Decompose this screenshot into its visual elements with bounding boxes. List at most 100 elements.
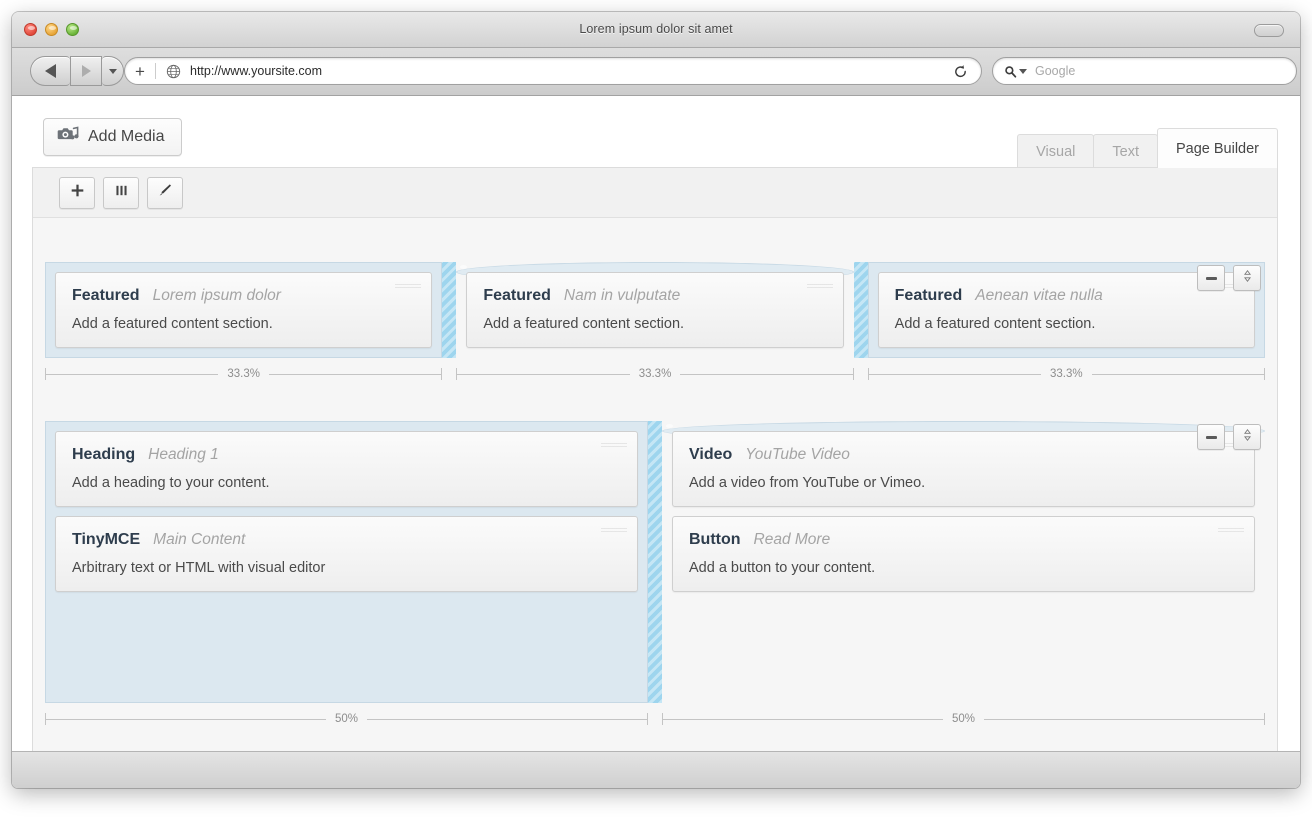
search-icon[interactable] <box>1004 65 1027 78</box>
widget-type: Featured <box>895 287 963 305</box>
builder-column[interactable]: Featured Lorem ipsum dolor Add a feature… <box>45 262 442 358</box>
widget-card[interactable]: TinyMCE Main Content Arbitrary text or H… <box>55 516 638 592</box>
collapse-row-button[interactable] <box>1197 265 1225 291</box>
editor-header: Add Media Visual Text Page Builder <box>32 114 1278 168</box>
widget-card[interactable]: Heading Heading 1 Add a heading to your … <box>55 431 638 507</box>
minus-icon <box>1206 436 1217 439</box>
browser-window: Lorem ipsum dolor sit amet + <box>12 12 1300 788</box>
search-bar[interactable]: Google <box>992 57 1297 85</box>
column-width-label: 33.3% <box>630 368 681 380</box>
history-dropdown-button[interactable] <box>102 56 124 86</box>
tab-text[interactable]: Text <box>1093 134 1158 168</box>
move-row-button[interactable] <box>1233 424 1261 450</box>
new-tab-button[interactable]: + <box>125 63 155 80</box>
builder-column[interactable]: Video YouTube Video Add a video from You… <box>662 421 1265 441</box>
widget-card[interactable]: Featured Lorem ipsum dolor Add a feature… <box>55 272 432 348</box>
column-width-ruler: 50% <box>662 708 1265 730</box>
builder-column[interactable]: Featured Nam in vulputate Add a featured… <box>456 262 853 282</box>
widget-header: TinyMCE Main Content <box>72 531 621 549</box>
collapse-row-button[interactable] <box>1197 424 1225 450</box>
tab-visual[interactable]: Visual <box>1017 134 1094 168</box>
column-width-label: 50% <box>326 713 367 725</box>
widget-header: Featured Lorem ipsum dolor <box>72 287 415 305</box>
search-engine-chevron-icon[interactable] <box>1019 69 1027 74</box>
navigation-buttons <box>30 56 124 86</box>
row-columns: Heading Heading 1 Add a heading to your … <box>45 421 1265 703</box>
tab-visual-label: Visual <box>1036 144 1075 160</box>
widget-description: Add a featured content section. <box>72 316 415 332</box>
row-controls <box>1197 424 1261 450</box>
url-bar[interactable]: + http://www.yoursite.com <box>124 57 982 85</box>
drag-grip-icon[interactable] <box>601 528 627 533</box>
widget-name: Heading 1 <box>148 446 219 464</box>
builder-column[interactable]: Heading Heading 1 Add a heading to your … <box>45 421 648 703</box>
move-vertical-icon <box>1241 428 1254 447</box>
edit-style-button[interactable] <box>147 177 183 209</box>
move-row-button[interactable] <box>1233 265 1261 291</box>
widget-card[interactable]: Featured Nam in vulputate Add a featured… <box>466 272 843 348</box>
browser-navbar: + http://www.yoursite.com <box>12 48 1300 96</box>
column-width-ruler: 33.3% <box>45 363 442 385</box>
widget-name: YouTube Video <box>745 446 850 464</box>
row-columns: Featured Lorem ipsum dolor Add a feature… <box>45 262 1265 358</box>
add-media-label: Add Media <box>88 128 165 146</box>
widget-description: Arbitrary text or HTML with visual edito… <box>72 560 621 576</box>
column-resize-handle[interactable] <box>648 421 662 703</box>
widget-card[interactable]: Video YouTube Video Add a video from You… <box>672 431 1255 507</box>
widget-type: Featured <box>483 287 551 305</box>
editor-tabs: Visual Text Page Builder <box>1018 128 1278 168</box>
camera-music-icon <box>57 125 79 149</box>
add-row-button[interactable] <box>59 177 95 209</box>
url-divider <box>155 63 156 79</box>
drag-grip-icon[interactable] <box>807 284 833 289</box>
builder-toolbar <box>33 168 1277 218</box>
forward-button[interactable] <box>70 56 102 86</box>
column-width-label: 33.3% <box>1041 368 1092 380</box>
search-placeholder: Google <box>1035 64 1075 78</box>
widget-type: Button <box>689 531 741 549</box>
drag-grip-icon[interactable] <box>601 443 627 448</box>
widget-name: Main Content <box>153 531 245 549</box>
widget-type: Featured <box>72 287 140 305</box>
columns-icon <box>114 183 129 203</box>
column-resize-handle[interactable] <box>854 262 868 358</box>
back-button[interactable] <box>30 56 70 86</box>
builder-row: Featured Lorem ipsum dolor Add a feature… <box>45 262 1265 385</box>
plus-icon <box>70 183 85 203</box>
tab-page-builder-label: Page Builder <box>1176 141 1259 157</box>
widget-type: Video <box>689 446 732 464</box>
globe-icon <box>166 64 181 79</box>
minus-icon <box>1206 277 1217 280</box>
widget-type: TinyMCE <box>72 531 140 549</box>
column-resize-handle[interactable] <box>442 262 456 358</box>
row-width-ruler: 33.3% 33.3% 33.3% <box>45 363 1265 385</box>
drag-grip-icon[interactable] <box>395 284 421 289</box>
move-vertical-icon <box>1241 269 1254 288</box>
widget-header: Heading Heading 1 <box>72 446 621 464</box>
widget-name: Nam in vulputate <box>564 287 680 305</box>
row-width-ruler: 50% 50% <box>45 708 1265 730</box>
tab-page-builder[interactable]: Page Builder <box>1157 128 1278 168</box>
widget-description: Add a featured content section. <box>483 316 826 332</box>
reload-button[interactable] <box>945 64 975 79</box>
add-columns-button[interactable] <box>103 177 139 209</box>
widget-card[interactable]: Button Read More Add a button to your co… <box>672 516 1255 592</box>
page-builder-panel: Featured Lorem ipsum dolor Add a feature… <box>32 167 1278 751</box>
forward-arrow-icon <box>82 65 91 77</box>
toolbar-toggle-button[interactable] <box>1254 24 1284 37</box>
column-width-ruler: 33.3% <box>456 363 853 385</box>
drag-grip-icon[interactable] <box>1218 528 1244 533</box>
wp-editor: Add Media Visual Text Page Builder <box>32 114 1278 751</box>
row-controls <box>1197 265 1261 291</box>
chevron-down-icon <box>109 69 117 74</box>
widget-header: Featured Aenean vitae nulla <box>895 287 1238 305</box>
widget-type: Heading <box>72 446 135 464</box>
widget-header: Featured Nam in vulputate <box>483 287 826 305</box>
widget-header: Button Read More <box>689 531 1238 549</box>
browser-titlebar: Lorem ipsum dolor sit amet <box>12 12 1300 48</box>
column-width-ruler: 50% <box>45 708 648 730</box>
column-width-label: 50% <box>943 713 984 725</box>
widget-header: Video YouTube Video <box>689 446 1238 464</box>
widget-name: Read More <box>754 531 831 549</box>
add-media-button[interactable]: Add Media <box>43 118 182 156</box>
